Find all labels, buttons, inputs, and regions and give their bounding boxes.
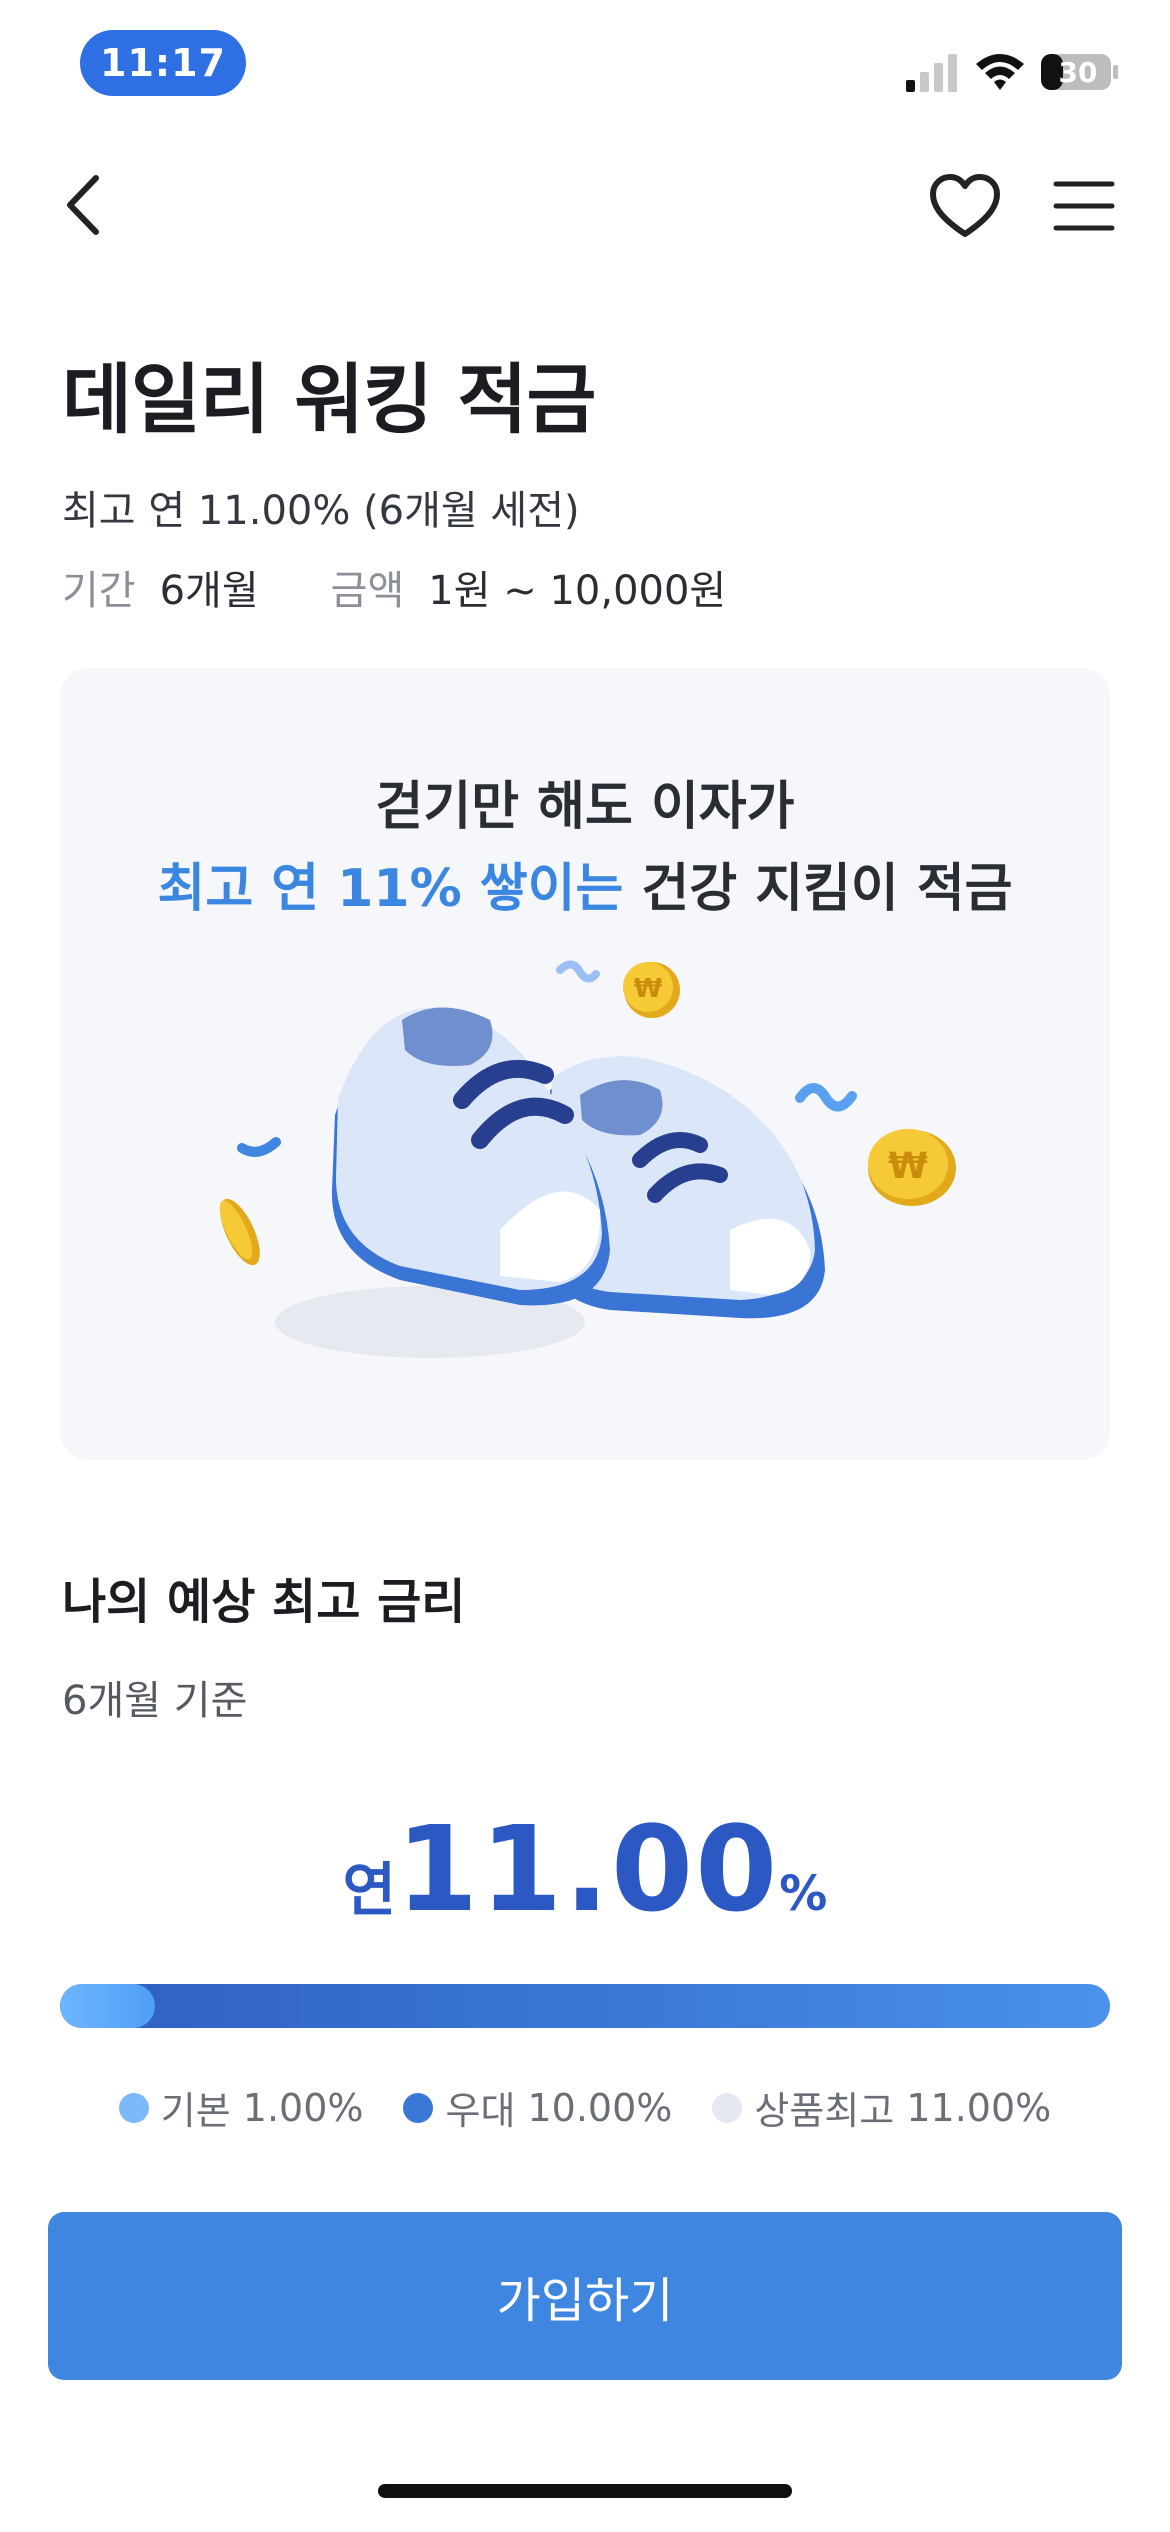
amount-value: 1원 ~ 10,000원 bbox=[428, 568, 727, 614]
coin-icon bbox=[219, 1198, 260, 1266]
legend-value: 1.00% bbox=[242, 2085, 364, 2130]
menu-icon[interactable] bbox=[1052, 178, 1116, 234]
amount-label: 금액 bbox=[330, 568, 405, 614]
rate-progress-bar bbox=[60, 1984, 1110, 2028]
expected-max-rate: 연11.00% bbox=[0, 1800, 1170, 1938]
wifi-icon bbox=[976, 54, 1024, 90]
period-label: 기간 bbox=[62, 568, 136, 614]
svg-text:₩: ₩ bbox=[888, 1146, 928, 1187]
product-title: 데일리 워킹 적금 bbox=[62, 355, 596, 444]
left-shoe-illustration bbox=[331, 1007, 610, 1306]
battery-level: 30 bbox=[1058, 56, 1098, 89]
legend-dot-base bbox=[118, 2092, 149, 2123]
base-rate-fill bbox=[60, 1984, 156, 2028]
confetti-icon bbox=[237, 1137, 281, 1157]
banner-highlight: 최고 연 11% 쌓이는 bbox=[157, 859, 624, 919]
legend-value: 11.00% bbox=[906, 2085, 1052, 2130]
join-button[interactable]: 가입하기 bbox=[48, 2212, 1122, 2380]
banner-headline: 걷기만 해도 이자가 bbox=[375, 777, 795, 837]
banner-subheadline: 최고 연 11% 쌓이는 건강 지킴이 적금 bbox=[60, 846, 1110, 921]
confetti-icon bbox=[795, 1083, 857, 1112]
product-subtitle: 최고 연 11.00% (6개월 세전) bbox=[62, 488, 580, 534]
legend-preferential: 우대 10.00% bbox=[403, 2080, 672, 2135]
coin-icon: ₩ bbox=[623, 962, 680, 1018]
confetti-icon bbox=[556, 960, 600, 983]
rate-basis: 6개월 기준 bbox=[62, 1678, 248, 1724]
legend-label: 기본 bbox=[160, 2089, 231, 2133]
rate-legend: 기본 1.00% 우대 10.00% 상품최고 11.00% bbox=[0, 2080, 1170, 2135]
battery-icon: 30 bbox=[1040, 52, 1120, 92]
rate-section-title: 나의 예상 최고 금리 bbox=[62, 1574, 466, 1630]
rate-unit: % bbox=[779, 1866, 828, 1922]
legend-base: 기본 1.00% bbox=[118, 2080, 364, 2135]
product-meta: 기간 6개월 금액 1원 ~ 10,000원 bbox=[62, 558, 726, 616]
legend-label: 우대 bbox=[445, 2089, 516, 2133]
svg-text:₩: ₩ bbox=[634, 974, 663, 1004]
favorite-heart-icon[interactable] bbox=[928, 172, 1002, 242]
status-time: 11:17 bbox=[80, 30, 246, 96]
legend-value: 10.00% bbox=[527, 2085, 673, 2130]
legend-label: 상품최고 bbox=[754, 2089, 895, 2133]
cellular-signal-icon bbox=[906, 54, 957, 92]
legend-product-max: 상품최고 11.00% bbox=[712, 2080, 1051, 2135]
rate-prefix: 연 bbox=[342, 1856, 397, 1924]
home-indicator bbox=[378, 2484, 792, 2498]
legend-dot-product-max bbox=[712, 2092, 743, 2123]
coin-icon: ₩ bbox=[868, 1129, 956, 1206]
period-value: 6개월 bbox=[159, 568, 259, 614]
sneakers-coins-illustration: ₩ ₩ bbox=[219, 960, 956, 1358]
back-button[interactable] bbox=[56, 170, 116, 240]
banner-rest: 건강 지킴이 적금 bbox=[623, 859, 1013, 919]
legend-dot-preferential bbox=[403, 2092, 434, 2123]
rate-value: 11.00 bbox=[396, 1800, 780, 1938]
